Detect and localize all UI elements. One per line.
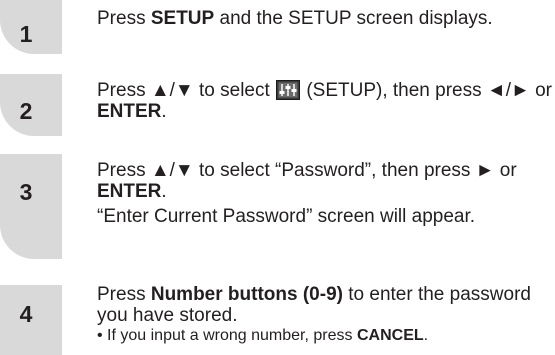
number-buttons-key: Number buttons (0-9) [150, 284, 343, 305]
step-note: “Enter Current Password” screen will app… [97, 206, 476, 227]
step-bullet: • If you input a wrong number, press CAN… [97, 327, 429, 344]
step-instruction: Press ▲/▼ to select “Password”, then pre… [97, 160, 553, 227]
setup-icon [276, 80, 301, 100]
cancel-key: CANCEL [356, 327, 424, 344]
step-number: 2 [19, 98, 33, 124]
step-number: 4 [19, 301, 33, 327]
enter-key: ENTER [97, 181, 162, 202]
step-instruction: Press Number buttons (0-9) to enter the … [97, 284, 553, 345]
enter-key: ENTER [97, 101, 162, 122]
step-instruction: Press SETUP and the SETUP screen display… [97, 8, 493, 29]
step-number-badge [0, 154, 62, 259]
step-number: 3 [19, 179, 33, 205]
step-instruction: Press ▲/▼ to select (SETUP), then press … [97, 80, 552, 122]
step-number: 1 [19, 21, 33, 47]
setup-key: SETUP [150, 8, 215, 29]
